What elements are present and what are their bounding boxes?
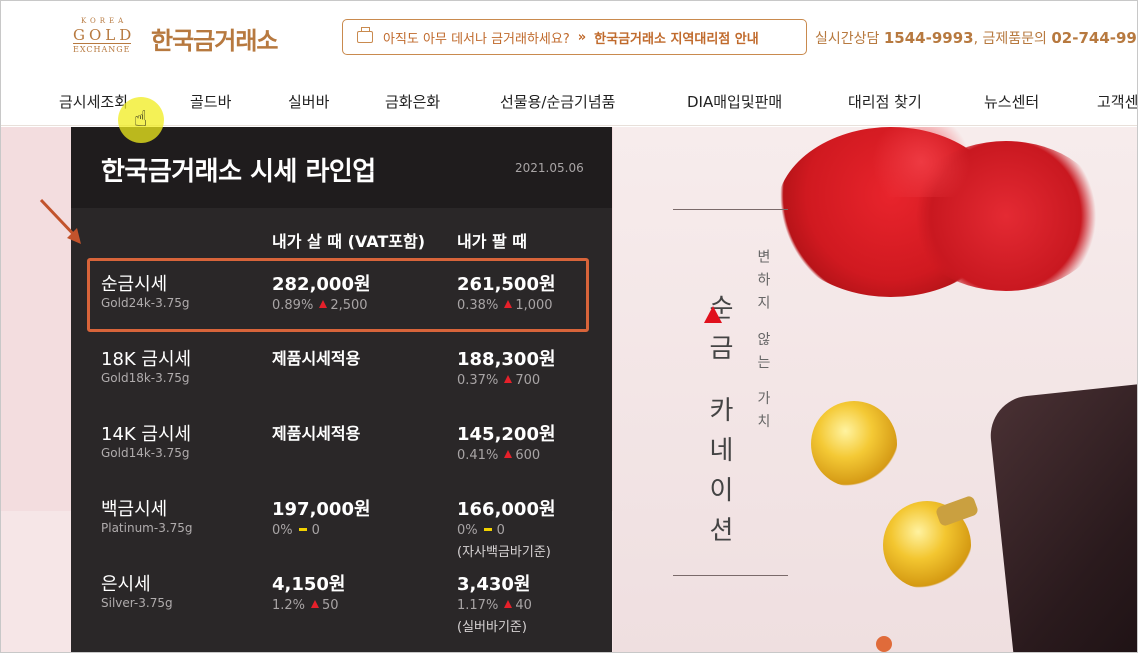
shop-icon (357, 27, 373, 43)
logo-gold: GOLD (73, 26, 136, 44)
row-sell-change: 1.17% 40 (457, 598, 532, 613)
order-label: , 금제품문의 (973, 31, 1052, 47)
row-buy-price: 197,000원 (272, 499, 371, 520)
row-sell-price: 188,300원 (457, 349, 556, 370)
up-triangle-icon (504, 600, 513, 608)
logo-exchange: EXCHANGE (73, 43, 131, 54)
pointer-cursor-icon: ☝ (134, 107, 148, 132)
row-sell-change: 0% 0 (457, 523, 505, 538)
annotation-arrow-icon (39, 198, 81, 244)
nav-item-support[interactable]: 고객센 (1097, 91, 1137, 112)
logo-mark: KOREA GOLD EXCHANGE (73, 17, 143, 57)
carnation-highlight (861, 127, 981, 197)
row-sub: Silver-3.75g (101, 596, 173, 610)
nav-item-gifts[interactable]: 선물용/순금기념품 (500, 91, 615, 112)
row-sub: Platinum-3.75g (101, 521, 193, 535)
agency-notice-banner[interactable]: 아직도 아무 데서나 금거래하세요? » 한국금거래소 지역대리점 안내 (342, 19, 807, 55)
row-name: 18K 금시세 (101, 349, 192, 370)
gold-carnation-image (811, 401, 897, 487)
row-sell-note: (실버바기준) (457, 620, 527, 635)
nav-item-gold-bar[interactable]: 골드바 (190, 91, 231, 112)
logo-name: 한국금거래소 (151, 27, 278, 55)
nav-item-diamond[interactable]: DIA매입및판매 (687, 91, 782, 112)
up-triangle-icon (311, 600, 320, 608)
row-sell-price: 166,000원 (457, 499, 556, 520)
panel-title: 한국금거래소 시세 라인업 (101, 157, 376, 187)
jewelry-box-image (986, 383, 1137, 652)
row-sub: Gold14k-3.75g (101, 446, 190, 460)
panel-date: 2021.05.06 (515, 161, 584, 175)
up-triangle-icon (704, 306, 722, 323)
row-buy-price: 4,150원 (272, 574, 346, 595)
row-buy-change: 1.2% 50 (272, 598, 339, 613)
row-sell-price: 3,430원 (457, 574, 531, 595)
row-buy-price: 제품시세적용 (272, 424, 361, 443)
notice-link[interactable]: 한국금거래소 지역대리점 안내 (594, 28, 759, 47)
annotation-highlight-box (87, 258, 589, 332)
notice-question: 아직도 아무 데서나 금거래하세요? (383, 31, 570, 47)
banner-pager-dot[interactable] (876, 636, 892, 652)
site-logo[interactable]: KOREA GOLD EXCHANGE 한국금거래소 (73, 17, 303, 57)
consult-number: 1544-9993 (883, 29, 974, 47)
price-row-gold14k[interactable]: 14K 금시세 Gold14k-3.75g 제품시세적용 145,200원 0.… (71, 420, 612, 490)
nav-item-coins[interactable]: 금화은화 (385, 91, 440, 112)
column-header-sell: 내가 팔 때 (457, 232, 528, 251)
main-nav: 금시세조회 골드바 실버바 금화은화 선물용/순금기념품 DIA매입및판매 대리… (1, 79, 1137, 126)
price-row-gold18k[interactable]: 18K 금시세 Gold18k-3.75g 제품시세적용 188,300원 0.… (71, 345, 612, 415)
row-name: 14K 금시세 (101, 424, 192, 445)
row-buy-price: 제품시세적용 (272, 349, 361, 368)
price-row-platinum[interactable]: 백금시세 Platinum-3.75g 197,000원 0% 0 166,000… (71, 495, 612, 565)
flat-dash-icon (483, 528, 492, 531)
row-sell-price: 145,200원 (457, 424, 556, 445)
nav-item-news[interactable]: 뉴스센터 (984, 91, 1039, 112)
order-number: 02-744-999 (1051, 29, 1138, 47)
row-sell-change: 0.37% 700 (457, 373, 541, 388)
nav-item-find-agency[interactable]: 대리점 찾기 (848, 91, 922, 112)
nav-item-silver-bar[interactable]: 실버바 (288, 91, 329, 112)
browser-frame: 순금 카네이션 변하지 않는 가치 KOREA GOLD EXCHANGE 한국… (0, 0, 1138, 653)
up-triangle-icon (504, 450, 513, 458)
consult-label: 실시간상담 (815, 31, 884, 47)
row-sell-change: 0.41% 600 (457, 448, 541, 463)
nav-item-gold-price[interactable]: 금시세조회 (59, 91, 128, 112)
hotline-info: 실시간상담 1544-9993, 금제품문의 02-744-999 (815, 28, 1138, 48)
flat-dash-icon (298, 528, 307, 531)
banner-headline: 순금 카네이션 (704, 294, 734, 557)
row-name: 백금시세 (101, 499, 168, 520)
column-header-buy: 내가 살 때 (VAT포함) (272, 232, 426, 251)
row-name: 은시세 (101, 574, 151, 595)
price-row-silver[interactable]: 은시세 Silver-3.75g 4,150원 1.2% 50 3,430원 1.… (71, 570, 612, 640)
row-sell-note: (자사백금바기준) (457, 545, 551, 560)
banner-tagline: 변하지 않는 가치 (755, 249, 771, 437)
up-triangle-icon (504, 375, 513, 383)
price-lineup-panel: 한국금거래소 시세 라인업 2021.05.06 내가 살 때 (VAT포함) … (71, 127, 612, 652)
row-buy-change: 0% 0 (272, 523, 320, 538)
logo-korea: KOREA (81, 17, 128, 25)
notice-separator: » (577, 29, 587, 45)
banner-divider-bottom (673, 575, 788, 576)
row-sub: Gold18k-3.75g (101, 371, 190, 385)
banner-divider-top (673, 209, 788, 210)
